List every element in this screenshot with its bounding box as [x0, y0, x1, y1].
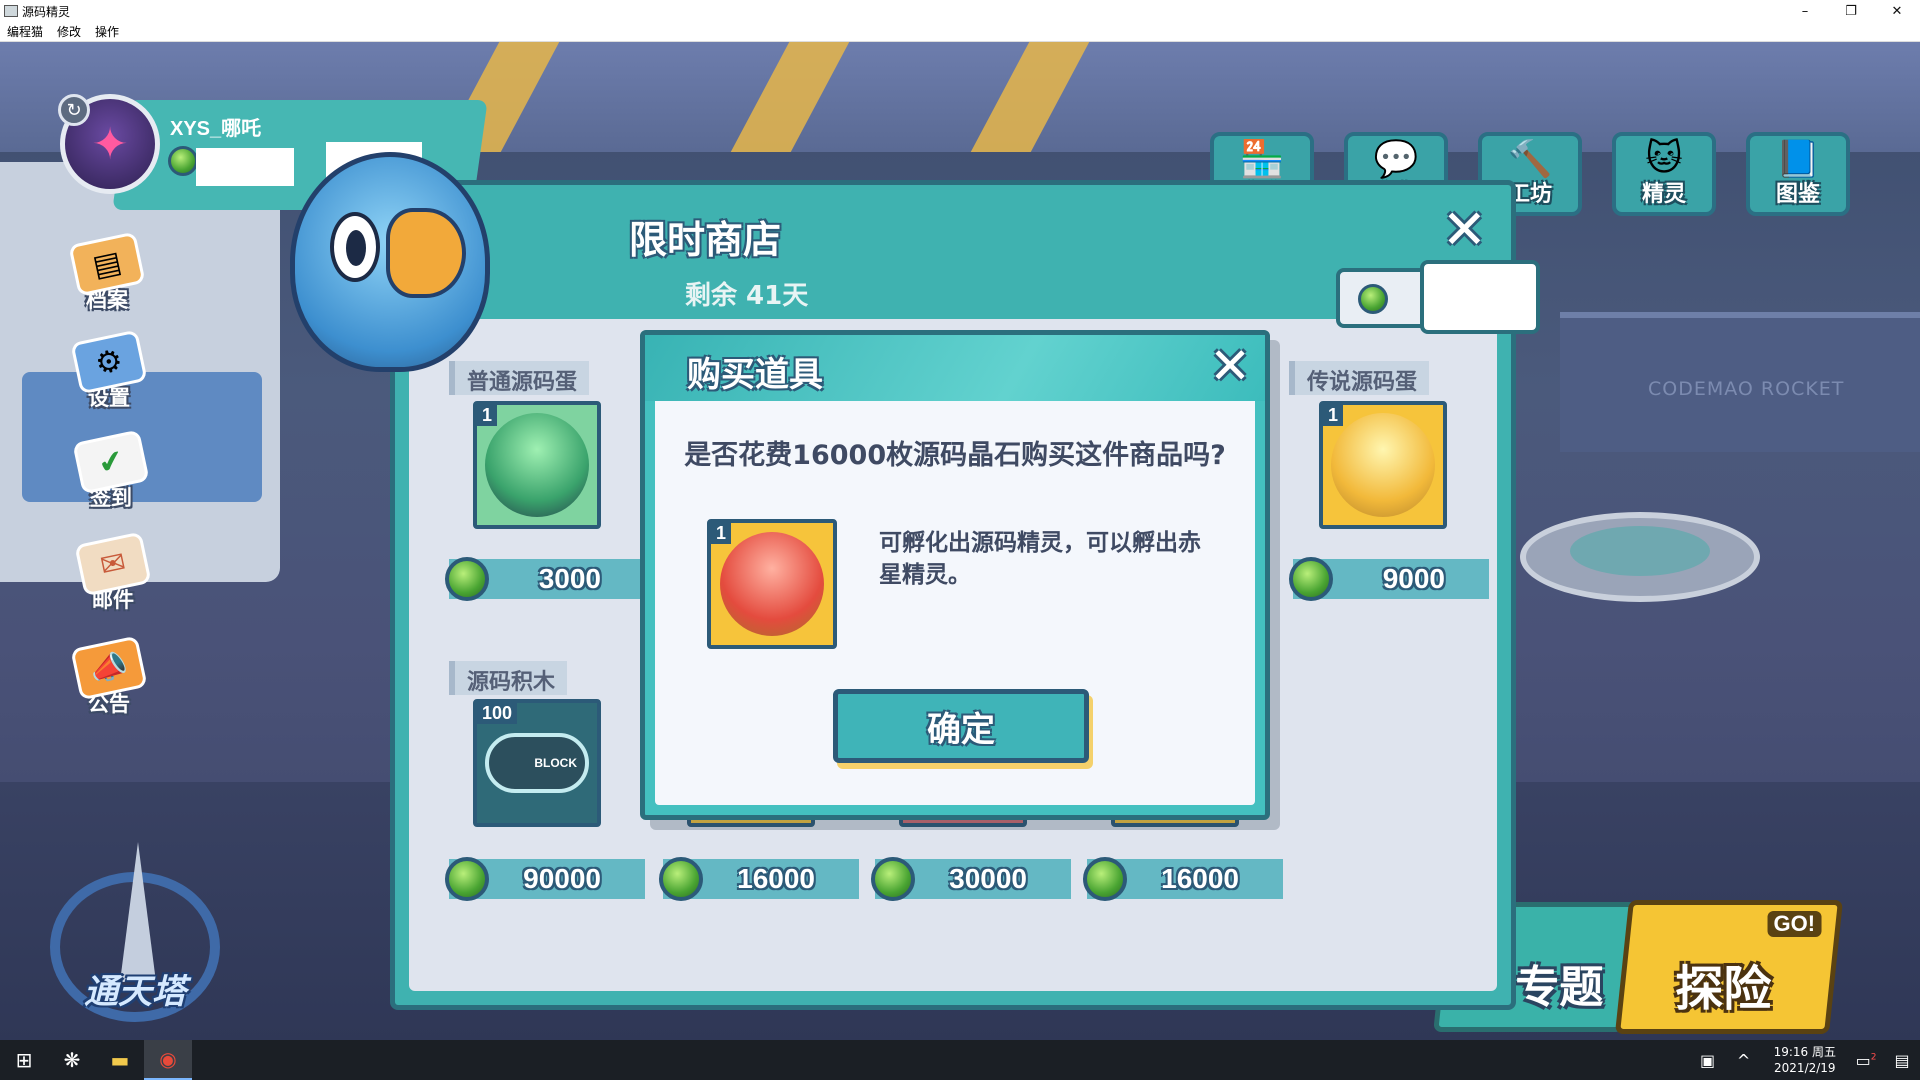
shop-item-normal-egg[interactable]: 1	[473, 401, 601, 529]
notification-count: 2	[1870, 1052, 1877, 1063]
shop-icon: 🏪	[1239, 139, 1285, 180]
tray-expand-icon[interactable]: ^	[1726, 1051, 1762, 1070]
game-app-icon[interactable]: ◉	[144, 1040, 192, 1080]
explore-label: 探险	[1675, 961, 1772, 1017]
gem-icon	[659, 857, 703, 901]
item-quantity: 1	[711, 523, 732, 544]
topic-label: 专题	[1515, 962, 1604, 1013]
block-chip-icon: BLOCK	[485, 733, 589, 793]
gem-icon	[1289, 557, 1333, 601]
refresh-icon[interactable]: ↻	[58, 94, 90, 126]
minimize-button[interactable]: –	[1782, 0, 1828, 22]
game-viewport: CODEMAO ROCKET ▤ 档案 ⚙ 设置 ✔ 签到 ✉ 邮件 📣 公告 …	[0, 42, 1920, 1040]
clock-time: 19:16 周五	[1773, 1045, 1836, 1059]
side-item-archive[interactable]: ▤ 档案	[62, 231, 152, 314]
app-launcher-icon[interactable]: ❋	[48, 1040, 96, 1080]
side-item-settings[interactable]: ⚙ 设置	[64, 329, 154, 412]
gem-icon	[168, 146, 198, 176]
window-titlebar: 源码精灵 – ❐ ✕	[0, 0, 1920, 22]
window-controls: – ❐ ✕	[1782, 0, 1920, 22]
redacted-area	[1420, 260, 1540, 334]
shop-remaining: 剩余 41天	[685, 281, 809, 311]
file-explorer-icon[interactable]: ▬	[96, 1040, 144, 1080]
menu-item-edit[interactable]: 修改	[50, 23, 88, 40]
spirit-icon: 🐱	[1645, 138, 1683, 179]
mascot-beak	[386, 208, 466, 298]
notification-icon[interactable]: ▭2	[1848, 1051, 1884, 1070]
system-tray: ▣ ^ 19:16 周五 2021/2/19 ▭2 ▤	[1690, 1040, 1920, 1080]
dialog-body: 是否花费16000枚源码晶石购买这件商品吗? 1 可孵化出源码精灵，可以孵出赤星…	[655, 401, 1255, 805]
app-icon	[4, 5, 18, 17]
taskbar: ⊞ ❋ ▬ ◉ ▣ ^ 19:16 周五 2021/2/19 ▭2 ▤	[0, 1040, 1920, 1080]
confirm-button[interactable]: 确定	[833, 689, 1089, 763]
explore-button[interactable]: GO! 探险	[1614, 900, 1844, 1034]
shop-close-button[interactable]: ✕	[1442, 203, 1487, 257]
gem-icon	[1358, 284, 1388, 314]
clock[interactable]: 19:16 周五 2021/2/19	[1762, 1044, 1848, 1076]
gem-icon	[445, 857, 489, 901]
shop-title: 限时商店	[629, 218, 782, 262]
action-center-icon[interactable]: ▤	[1884, 1051, 1920, 1070]
dialog-item-card: 1	[707, 519, 837, 649]
announcement-icon: 📣	[70, 635, 148, 701]
purchase-dialog: 购买道具 ✕ 是否花费16000枚源码晶石购买这件商品吗? 1 可孵化出源码精灵…	[640, 330, 1270, 820]
dialog-question: 是否花费16000枚源码晶石购买这件商品吗?	[684, 440, 1226, 471]
nav-catalog[interactable]: 📘 图鉴	[1746, 132, 1850, 216]
archive-icon: ▤	[68, 231, 146, 297]
dialog-description: 可孵化出源码精灵，可以孵出赤星精灵。	[879, 530, 1201, 588]
section-blocks: 源码积木	[449, 661, 568, 695]
mascot-pupil	[346, 230, 366, 266]
catalog-icon: 📘	[1775, 139, 1821, 180]
go-badge: GO!	[1767, 911, 1822, 937]
tray-app-icon[interactable]: ▣	[1690, 1051, 1726, 1070]
shop-item-legend-egg[interactable]: 1	[1319, 401, 1447, 529]
item-quantity: 1	[1323, 405, 1344, 426]
close-window-button[interactable]: ✕	[1874, 0, 1920, 22]
nav-label: 精灵	[1641, 182, 1686, 207]
checkin-icon: ✔	[72, 429, 150, 495]
workshop-icon: 🔨	[1507, 139, 1553, 180]
side-item-mail[interactable]: ✉ 邮件	[68, 531, 158, 614]
dialog-close-button[interactable]: ✕	[1209, 341, 1251, 391]
nav-label: 图鉴	[1775, 182, 1820, 207]
gold-egg-icon	[1331, 413, 1435, 517]
clock-date: 2021/2/19	[1774, 1061, 1836, 1075]
maximize-button[interactable]: ❐	[1828, 0, 1874, 22]
dialog-title: 购买道具	[687, 355, 823, 395]
chat-icon: 💬	[1373, 139, 1419, 180]
rocket-sign: CODEMAO ROCKET	[1648, 378, 1845, 400]
mascot-eye	[330, 212, 380, 282]
menu-bar: 编程猫 修改 操作	[0, 22, 1920, 42]
gem-icon	[1083, 857, 1127, 901]
gem-icon	[871, 857, 915, 901]
launch-pad-glow	[1570, 526, 1710, 576]
shop-balance	[1336, 260, 1540, 334]
settings-icon: ⚙	[70, 329, 148, 395]
section-legend-egg: 传说源码蛋	[1289, 361, 1430, 395]
side-item-announcement[interactable]: 📣 公告	[64, 635, 154, 718]
side-item-checkin[interactable]: ✔ 签到	[66, 429, 156, 512]
gem-icon	[445, 557, 489, 601]
tower-button[interactable]: 通天塔	[50, 842, 220, 1032]
mascot-bird	[260, 112, 520, 412]
username: XYS_哪吒	[170, 118, 262, 140]
mail-icon: ✉	[74, 531, 152, 597]
windows-start-icon[interactable]: ⊞	[0, 1040, 48, 1080]
tower-spire-icon	[120, 842, 156, 982]
window-title: 源码精灵	[22, 4, 71, 19]
item-quantity: 100	[477, 703, 518, 724]
menu-item-operate[interactable]: 操作	[88, 23, 126, 40]
shop-item-blocks[interactable]: 100 BLOCK	[473, 699, 601, 827]
red-egg-icon	[720, 532, 824, 636]
nav-spirit[interactable]: 🐱 精灵	[1612, 132, 1716, 216]
menu-item-codemao[interactable]: 编程猫	[0, 23, 50, 40]
tower-label: 通天塔	[84, 972, 186, 1012]
green-egg-icon	[485, 413, 589, 517]
